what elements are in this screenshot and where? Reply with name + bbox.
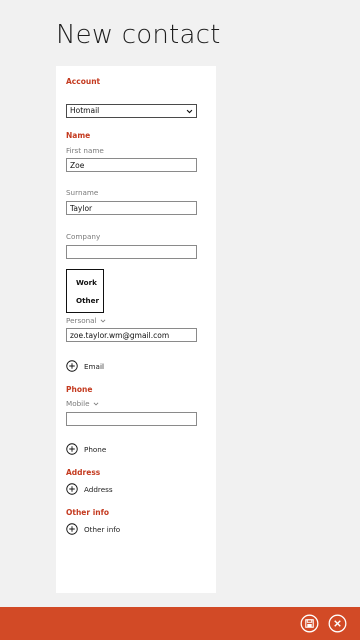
email-type-label: Personal xyxy=(66,316,97,325)
account-section-title: Account xyxy=(66,77,101,86)
first-name-field[interactable] xyxy=(66,158,197,172)
plus-circle-icon xyxy=(66,483,78,495)
save-icon[interactable] xyxy=(300,614,319,633)
first-name-label: First name xyxy=(66,146,104,155)
page-title: New contact xyxy=(56,20,221,50)
surname-field[interactable] xyxy=(66,201,197,215)
surname-label: Surname xyxy=(66,188,99,197)
contact-form-panel: Account Hotmail Name First name Surname … xyxy=(56,66,216,593)
add-other-info-label: Other info xyxy=(84,524,121,534)
name-section-title: Name xyxy=(66,131,91,140)
chevron-down-icon xyxy=(186,109,193,114)
email-type-dropdown[interactable]: Personal xyxy=(66,316,106,325)
chevron-down-icon xyxy=(93,402,99,406)
phone-field[interactable] xyxy=(66,412,197,426)
account-select-value: Hotmail xyxy=(70,106,100,115)
chevron-down-icon xyxy=(100,319,106,323)
email-type-menu: Work Other xyxy=(66,269,104,313)
phone-section-title: Phone xyxy=(66,385,93,394)
menu-item-work[interactable]: Work xyxy=(76,278,97,287)
menu-item-other[interactable]: Other xyxy=(76,296,99,305)
address-section-title: Address xyxy=(66,468,101,477)
add-phone-button[interactable]: Phone xyxy=(66,442,106,456)
add-other-info-button[interactable]: Other info xyxy=(66,522,120,536)
add-email-label: Email xyxy=(84,361,104,371)
new-contact-page: New contact Account Hotmail Name First n… xyxy=(0,0,360,640)
company-label: Company xyxy=(66,232,101,241)
plus-circle-icon xyxy=(66,360,78,372)
phone-type-dropdown[interactable]: Mobile xyxy=(66,399,99,408)
add-phone-label: Phone xyxy=(84,444,107,454)
company-field[interactable] xyxy=(66,245,197,259)
add-address-button[interactable]: Address xyxy=(66,482,113,496)
email-field[interactable] xyxy=(66,328,197,342)
plus-circle-icon xyxy=(66,443,78,455)
plus-circle-icon xyxy=(66,523,78,535)
add-email-button[interactable]: Email xyxy=(66,359,104,373)
add-address-label: Address xyxy=(84,484,113,494)
app-bar xyxy=(0,607,360,640)
phone-type-label: Mobile xyxy=(66,399,90,408)
other-info-section-title: Other info xyxy=(66,508,110,517)
cancel-icon[interactable] xyxy=(328,614,347,633)
account-select[interactable]: Hotmail xyxy=(66,104,197,118)
